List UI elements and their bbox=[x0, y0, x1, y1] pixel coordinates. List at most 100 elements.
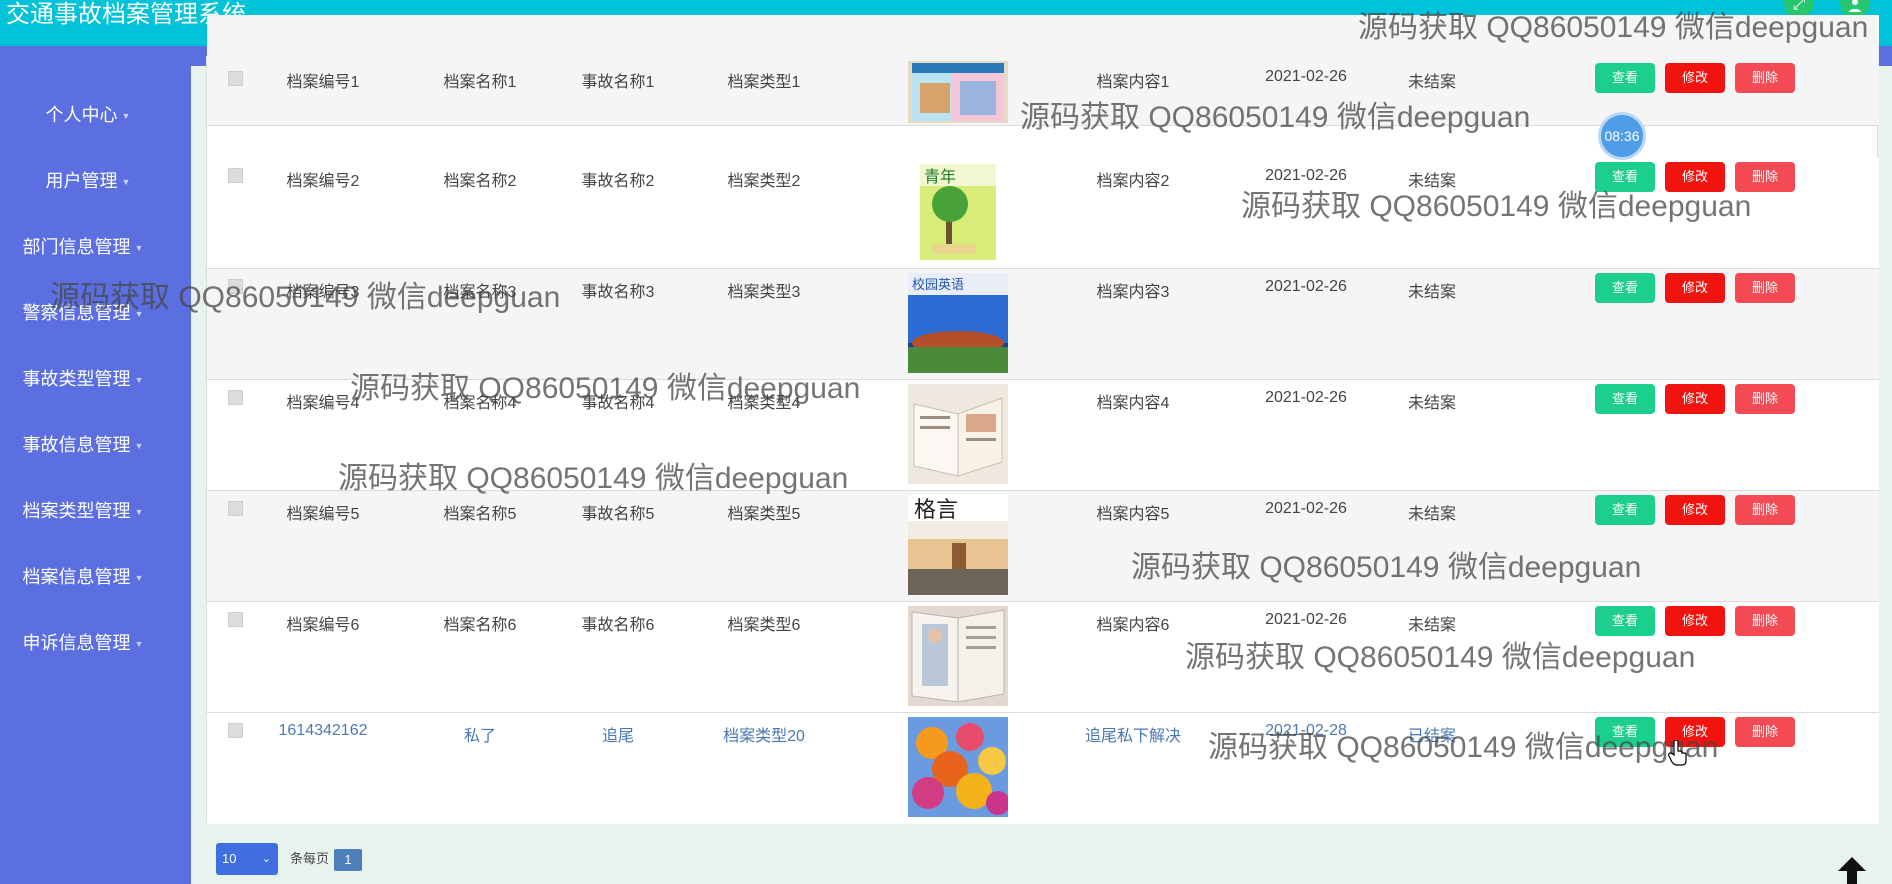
accident-name: 事故名称2 bbox=[581, 173, 655, 190]
archive-no: 1614342162 bbox=[278, 722, 368, 739]
sidebar-item-department[interactable]: 部门信息管理 ▼ bbox=[0, 227, 191, 267]
sidebar: 个人中心 ▼ 用户管理 ▼ 部门信息管理 ▼ 警察信息管理 ▼ 事故类型管理 ▼ 事故信息… bbox=[0, 66, 191, 884]
table-row: 档案编号5 档案名称5 事故名称5 档案类型5 格言 档案内容5 2021-02… bbox=[207, 491, 1879, 602]
row-checkbox[interactable] bbox=[228, 279, 243, 294]
archive-no: 档案编号4 bbox=[286, 395, 360, 412]
sidebar-item-label: 警察信息管理 bbox=[22, 303, 131, 323]
row-checkbox[interactable] bbox=[228, 390, 243, 405]
edit-button[interactable]: 修改 bbox=[1665, 606, 1725, 636]
view-button[interactable]: 查看 bbox=[1595, 606, 1655, 636]
archive-status: 未结案 bbox=[1407, 173, 1456, 190]
sidebar-item-accident-info[interactable]: 事故信息管理 ▼ bbox=[0, 425, 191, 465]
archive-content: 档案内容1 bbox=[1096, 74, 1170, 91]
archive-name: 档案名称2 bbox=[443, 173, 517, 190]
archive-image bbox=[908, 717, 1008, 817]
archive-content: 档案内容4 bbox=[1096, 395, 1170, 412]
delete-button[interactable]: 删除 bbox=[1735, 273, 1795, 303]
edit-button[interactable]: 修改 bbox=[1665, 63, 1725, 93]
archive-status: 未结案 bbox=[1407, 506, 1456, 523]
page-number-current[interactable]: 1 bbox=[334, 849, 362, 871]
sidebar-item-label: 档案类型管理 bbox=[22, 501, 131, 521]
edit-button[interactable]: 修改 bbox=[1665, 162, 1725, 192]
archive-content: 档案内容2 bbox=[1096, 173, 1170, 190]
sidebar-item-label: 个人中心 bbox=[45, 105, 118, 125]
archive-no: 档案编号1 bbox=[286, 74, 360, 91]
sidebar-item-personal-center[interactable]: 个人中心 ▼ bbox=[0, 95, 191, 135]
view-button[interactable]: 查看 bbox=[1595, 162, 1655, 192]
archive-image: 格言 bbox=[908, 495, 1008, 595]
svg-text:校园英语: 校园英语 bbox=[912, 277, 964, 293]
delete-button[interactable]: 删除 bbox=[1735, 495, 1795, 525]
delete-button[interactable]: 删除 bbox=[1735, 63, 1795, 93]
view-button[interactable]: 查看 bbox=[1595, 717, 1655, 747]
page-size-value: 10 bbox=[222, 851, 237, 866]
archive-image bbox=[908, 606, 1008, 706]
view-button[interactable]: 查看 bbox=[1595, 273, 1655, 303]
archive-no: 档案编号3 bbox=[286, 284, 360, 301]
archive-date: 2021-02-28 bbox=[1265, 722, 1347, 739]
row-checkbox[interactable] bbox=[228, 71, 243, 86]
archive-status: 未结案 bbox=[1407, 74, 1456, 91]
archive-name: 私了 bbox=[463, 728, 496, 745]
table-row: 档案编号6 档案名称6 事故名称6 档案类型6 档案内容6 2021-02-26… bbox=[207, 602, 1879, 713]
view-button[interactable]: 查看 bbox=[1595, 495, 1655, 525]
sidebar-item-label: 事故信息管理 bbox=[22, 435, 131, 455]
archive-status: 未结案 bbox=[1407, 284, 1456, 301]
archive-status: 已结案 bbox=[1407, 728, 1456, 745]
caret-down-icon: ▼ bbox=[134, 375, 144, 386]
clock-badge: 08:36 bbox=[1598, 112, 1646, 160]
sidebar-item-user-management[interactable]: 用户管理 ▼ bbox=[0, 161, 191, 201]
caret-down-icon: ▼ bbox=[134, 573, 144, 584]
caret-down-icon: ▼ bbox=[134, 243, 144, 254]
archive-content: 追尾私下解决 bbox=[1084, 728, 1181, 745]
archive-type: 档案类型20 bbox=[723, 728, 805, 745]
archive-type: 档案类型1 bbox=[727, 74, 801, 91]
archive-image bbox=[908, 384, 1008, 484]
sidebar-item-label: 申诉信息管理 bbox=[22, 633, 131, 653]
archive-name: 档案名称4 bbox=[443, 395, 517, 412]
archive-name: 档案名称6 bbox=[443, 617, 517, 634]
view-button[interactable]: 查看 bbox=[1595, 384, 1655, 414]
archive-no: 档案编号5 bbox=[286, 506, 360, 523]
view-button[interactable]: 查看 bbox=[1595, 63, 1655, 93]
edit-button[interactable]: 修改 bbox=[1665, 495, 1725, 525]
accident-name: 事故名称5 bbox=[581, 506, 655, 523]
archive-date: 2021-02-26 bbox=[1265, 278, 1347, 295]
archive-date: 2021-02-26 bbox=[1265, 389, 1347, 406]
archive-table: 档案编号1 档案名称1 事故名称1 档案类型1 档案内容1 2021-02-26… bbox=[206, 15, 1879, 824]
edit-button[interactable]: 修改 bbox=[1665, 384, 1725, 414]
delete-button[interactable]: 删除 bbox=[1735, 162, 1795, 192]
sidebar-item-police[interactable]: 警察信息管理 ▼ bbox=[0, 293, 191, 333]
sidebar-item-accident-type[interactable]: 事故类型管理 ▼ bbox=[0, 359, 191, 399]
archive-status: 未结案 bbox=[1407, 617, 1456, 634]
row-checkbox[interactable] bbox=[228, 168, 243, 183]
archive-type: 档案类型3 bbox=[727, 284, 801, 301]
page-size-select[interactable]: 10 ⌄ bbox=[216, 843, 278, 875]
sidebar-item-label: 档案信息管理 bbox=[22, 567, 131, 587]
sidebar-item-label: 事故类型管理 bbox=[22, 369, 131, 389]
sidebar-item-label: 部门信息管理 bbox=[22, 237, 131, 257]
archive-content: 档案内容6 bbox=[1096, 617, 1170, 634]
delete-button[interactable]: 删除 bbox=[1735, 606, 1795, 636]
archive-type: 档案类型6 bbox=[727, 617, 801, 634]
back-to-top-icon[interactable] bbox=[1836, 855, 1868, 884]
archive-no: 档案编号2 bbox=[286, 173, 360, 190]
accident-name: 事故名称1 bbox=[581, 74, 655, 91]
sidebar-item-archive-type[interactable]: 档案类型管理 ▼ bbox=[0, 491, 191, 531]
delete-button[interactable]: 删除 bbox=[1735, 717, 1795, 747]
edit-button[interactable]: 修改 bbox=[1665, 273, 1725, 303]
sidebar-item-appeal[interactable]: 申诉信息管理 ▼ bbox=[0, 623, 191, 663]
caret-down-icon: ▼ bbox=[134, 441, 144, 452]
row-checkbox[interactable] bbox=[228, 501, 243, 516]
row-checkbox[interactable] bbox=[228, 612, 243, 627]
accident-name: 事故名称3 bbox=[581, 284, 655, 301]
archive-type: 档案类型2 bbox=[727, 173, 801, 190]
delete-button[interactable]: 删除 bbox=[1735, 384, 1795, 414]
caret-down-icon: ▼ bbox=[121, 111, 131, 122]
row-checkbox[interactable] bbox=[228, 723, 243, 738]
hand-cursor-icon bbox=[1668, 740, 1687, 766]
archive-no: 档案编号6 bbox=[286, 617, 360, 634]
archive-image: 青年 bbox=[908, 162, 1008, 262]
sidebar-item-archive-info[interactable]: 档案信息管理 ▼ bbox=[0, 557, 191, 597]
archive-status: 未结案 bbox=[1407, 395, 1456, 412]
